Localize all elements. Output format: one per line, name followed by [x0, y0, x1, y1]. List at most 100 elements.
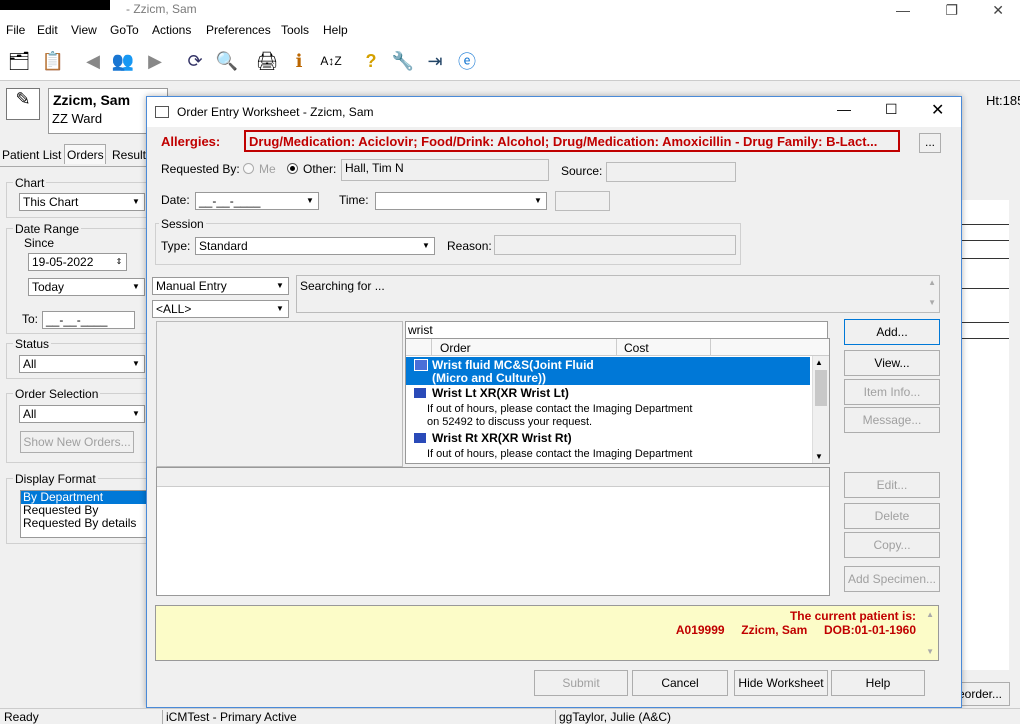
scroll-thumb[interactable] — [815, 370, 827, 406]
time-label: Time: — [339, 193, 369, 207]
reason-field[interactable] — [494, 235, 736, 255]
display-format-label: Display Format — [13, 472, 98, 486]
menu-edit[interactable]: Edit — [37, 23, 58, 37]
show-new-orders-button[interactable]: Show New Orders... — [20, 431, 134, 453]
display-format-requested-by-details[interactable]: Requested By details — [21, 517, 147, 530]
submit-button[interactable]: Submit — [534, 670, 628, 696]
status-environment: iCMTest - Primary Active — [162, 710, 297, 724]
restore-icon[interactable]: ❐ — [945, 2, 958, 19]
allergies-more-button[interactable]: ... — [919, 133, 941, 153]
forward-icon[interactable]: ▶ — [142, 48, 168, 74]
patient-icon[interactable]: 🗂 — [6, 48, 32, 74]
help-icon[interactable]: ? — [358, 48, 384, 74]
order-details-header — [157, 468, 829, 487]
info-icon[interactable]: ℹ — [286, 48, 312, 74]
hide-worksheet-button[interactable]: Hide Worksheet — [734, 670, 828, 696]
patient-list-icon[interactable]: 📋 — [40, 48, 66, 74]
people-icon[interactable]: 👥 — [110, 48, 136, 74]
dialog-title: Order Entry Worksheet - Zzicm, Sam — [177, 105, 374, 119]
menu-actions[interactable]: Actions — [152, 23, 191, 37]
scroll-up-icon[interactable]: ▲ — [815, 358, 823, 367]
order-entry-dialog: Order Entry Worksheet - Zzicm, Sam — ☐ ✕… — [146, 96, 962, 708]
patient-info-heading: The current patient is: — [789, 609, 916, 623]
message-button[interactable]: Message... — [844, 407, 940, 433]
order-selection-select[interactable]: All ▼ — [19, 405, 145, 423]
browser-icon[interactable]: ⓔ — [454, 48, 480, 74]
dialog-close-icon[interactable]: ✕ — [931, 100, 944, 120]
me-label: Me — [259, 162, 276, 176]
dialog-maximize-icon[interactable]: ☐ — [885, 101, 898, 118]
col-order[interactable]: Order — [440, 341, 471, 355]
time-select[interactable]: ▼ — [375, 192, 547, 210]
scroll-up-icon[interactable]: ▲ — [928, 278, 936, 287]
edit-button[interactable]: Edit... — [844, 472, 940, 498]
menu-tools[interactable]: Tools — [281, 23, 309, 37]
menu-file[interactable]: File — [6, 23, 25, 37]
scroll-down-icon[interactable]: ▼ — [815, 452, 823, 461]
cancel-button[interactable]: Cancel — [632, 670, 728, 696]
patient-info-dob: DOB:01-01-1960 — [823, 623, 916, 637]
patient-info-box: The current patient is: A019999 Zzicm, S… — [155, 605, 939, 661]
type-select[interactable]: Standard ▼ — [195, 237, 435, 255]
copy-button[interactable]: Copy... — [844, 532, 940, 558]
add-button[interactable]: Add... — [844, 319, 940, 345]
since-label: Since — [24, 236, 55, 250]
print-icon[interactable]: 🖨 — [254, 48, 280, 74]
me-radio[interactable] — [243, 163, 254, 174]
menu-view[interactable]: View — [71, 23, 97, 37]
sort-icon[interactable]: A↕Z — [318, 48, 344, 74]
to-date-field[interactable]: __-__-____ — [42, 311, 135, 329]
allergies-box: Drug/Medication: Aciclovir; Food/Drink: … — [244, 130, 900, 152]
order-item-icon — [414, 388, 426, 398]
scroll-down-icon[interactable]: ▼ — [926, 647, 934, 656]
filter-select[interactable]: <ALL> ▼ — [152, 300, 289, 318]
order-details-panel — [156, 467, 830, 596]
menu-help[interactable]: Help — [323, 23, 348, 37]
edit-patient-icon[interactable]: ✎ — [6, 88, 40, 120]
order-selection-label: Order Selection — [13, 387, 101, 401]
exit-icon[interactable]: ⇥ — [422, 48, 448, 74]
patient-info-name: Zzicm, Sam — [741, 623, 808, 637]
date-label: Date: — [161, 193, 190, 207]
back-icon[interactable]: ◀ — [80, 48, 106, 74]
col-cost[interactable]: Cost — [624, 341, 649, 355]
since-date-field[interactable]: 19-05-2022 ⇕ — [28, 253, 127, 271]
tab-orders[interactable]: Orders — [64, 144, 106, 164]
other-radio[interactable] — [287, 163, 298, 174]
binoculars-icon[interactable]: 🔍 — [214, 48, 240, 74]
chart-select[interactable]: This Chart ▼ — [19, 193, 145, 211]
to-label: To: — [22, 312, 39, 326]
scroll-down-icon[interactable]: ▼ — [928, 298, 936, 307]
result-row[interactable]: Wrist Rt XR(XR Wrist Rt) If out of hours… — [406, 431, 810, 463]
view-button[interactable]: View... — [844, 350, 940, 376]
since-preset-select[interactable]: Today ▼ — [28, 278, 145, 296]
entry-mode-select[interactable]: Manual Entry ▼ — [152, 277, 289, 295]
results-scrollbar[interactable]: ▲ ▼ — [812, 356, 829, 463]
help-button[interactable]: Help — [831, 670, 925, 696]
item-info-button[interactable]: Item Info... — [844, 379, 940, 405]
menu-goto[interactable]: GoTo — [110, 23, 139, 37]
chart-label: Chart — [13, 176, 47, 190]
result-row[interactable]: Wrist Lt XR(XR Wrist Lt) If out of hours… — [406, 386, 810, 430]
add-specimen-button[interactable]: Add Specimen... — [844, 566, 940, 592]
minimize-icon[interactable]: — — [896, 2, 910, 18]
searching-text: Searching for ... — [300, 279, 385, 293]
close-icon[interactable]: ✕ — [992, 2, 1004, 19]
time-extra-field[interactable] — [555, 191, 610, 211]
date-field[interactable]: __-__-____ ▼ — [195, 192, 319, 210]
scroll-up-icon[interactable]: ▲ — [926, 610, 934, 619]
tools-icon[interactable]: 🔧 — [390, 48, 416, 74]
source-field[interactable] — [606, 162, 736, 182]
result-row[interactable]: Wrist fluid MC&S(Joint Fluid (Micro and … — [406, 357, 810, 385]
delete-button[interactable]: Delete — [844, 503, 940, 529]
status-bar: Ready iCMTest - Primary Active ggTaylor,… — [0, 708, 1020, 724]
status-select[interactable]: All ▼ — [19, 355, 145, 373]
menu-bar: File Edit View GoTo Actions Preferences … — [0, 20, 1020, 42]
menu-preferences[interactable]: Preferences — [206, 23, 271, 37]
requested-by-field[interactable]: Hall, Tim N — [341, 159, 549, 181]
refresh-icon[interactable]: ⟳ — [182, 48, 208, 74]
search-input[interactable]: wrist — [405, 321, 828, 339]
tab-patient-list[interactable]: Patient List — [2, 148, 61, 162]
dialog-minimize-icon[interactable]: — — [837, 101, 851, 117]
date-range-label: Date Range — [13, 222, 82, 236]
